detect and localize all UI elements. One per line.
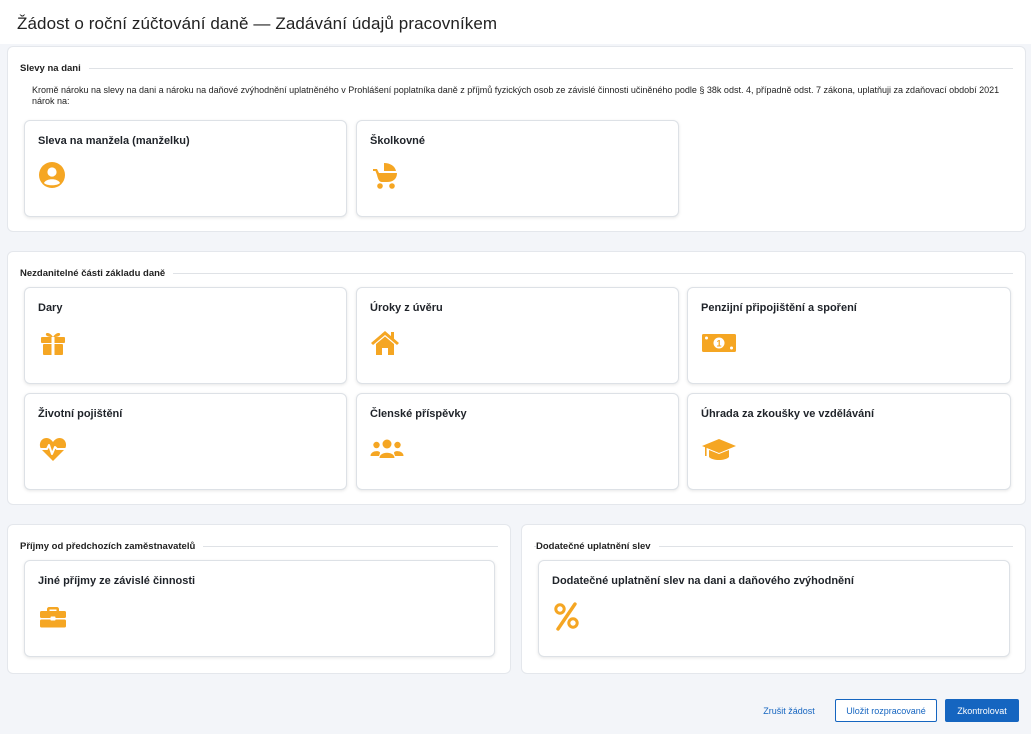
section-dodatecne-uplatneni: Dodatečné uplatnění slev Dodatečné uplat… — [521, 524, 1026, 674]
card-label: Úhrada za zkoušky ve vzdělávání — [701, 408, 875, 420]
card-label: Dodatečné uplatnění slev na dani a daňov… — [552, 575, 854, 587]
card-penzijni-pripojisteni[interactable]: Penzijní připojištění a spoření 1 — [687, 287, 1011, 384]
percent-icon — [552, 601, 582, 631]
briefcase-icon — [38, 601, 68, 631]
card-label: Úroky z úvěru — [370, 302, 443, 314]
card-sleva-na-manzela[interactable]: Sleva na manžela (manželku) — [24, 120, 347, 217]
section-prijmy-predchozi: Příjmy od předchozích zaměstnavatelů Jin… — [7, 524, 511, 674]
money-bill-icon: 1 — [701, 328, 737, 358]
card-jine-prijmy[interactable]: Jiné příjmy ze závislé činnosti — [24, 560, 495, 657]
card-label: Sleva na manžela (manželku) — [38, 135, 190, 147]
page-header: Žádost o roční zúčtování daně — Zadávání… — [0, 0, 1031, 44]
save-draft-button[interactable]: Uložit rozpracované — [835, 699, 937, 722]
section-title: Nezdanitelné části základu daně — [20, 268, 174, 279]
card-skolkovne[interactable]: Školkovné — [356, 120, 679, 217]
svg-text:1: 1 — [716, 339, 721, 349]
home-icon — [370, 328, 400, 358]
card-label: Jiné příjmy ze závislé činnosti — [38, 575, 196, 587]
section-title: Dodatečné uplatnění slev — [536, 541, 659, 552]
section-intro: Kromě nároku na slevy na dani a nároku n… — [32, 85, 1000, 106]
card-label: Penzijní připojištění a spoření — [701, 302, 857, 314]
users-icon — [370, 434, 404, 464]
card-label: Dary — [38, 302, 63, 314]
baby-carriage-icon — [370, 161, 400, 191]
card-uhrada-za-zkousky[interactable]: Úhrada za zkoušky ve vzdělávání — [687, 393, 1011, 490]
section-nezdanitelne-casti: Nezdanitelné části základu daně Dary Úro… — [7, 251, 1026, 505]
card-dodatecne-uplatneni[interactable]: Dodatečné uplatnění slev na dani a daňov… — [538, 560, 1010, 657]
gift-icon — [38, 328, 68, 358]
check-button[interactable]: Zkontrolovat — [945, 699, 1019, 722]
user-circle-icon — [38, 161, 68, 191]
card-clenske-prispevky[interactable]: Členské příspěvky — [356, 393, 679, 490]
cancel-request-button[interactable]: Zrušit žádost — [752, 699, 826, 722]
section-slevy-na-dani: Slevy na dani Kromě nároku na slevy na d… — [7, 46, 1026, 232]
card-label: Členské příspěvky — [370, 408, 467, 420]
card-label: Životní pojištění — [38, 408, 123, 420]
page-title: Žádost o roční zúčtování daně — Zadávání… — [17, 14, 498, 33]
card-zivotni-pojisteni[interactable]: Životní pojištění — [24, 393, 347, 490]
card-label: Školkovné — [370, 135, 426, 147]
section-title: Slevy na dani — [20, 63, 89, 74]
card-dary[interactable]: Dary — [24, 287, 347, 384]
graduation-cap-icon — [701, 434, 737, 464]
section-divider — [20, 68, 1013, 69]
section-title: Příjmy od předchozích zaměstnavatelů — [20, 541, 204, 552]
heartbeat-icon — [38, 434, 68, 464]
card-uroky-z-uveru[interactable]: Úroky z úvěru — [356, 287, 679, 384]
